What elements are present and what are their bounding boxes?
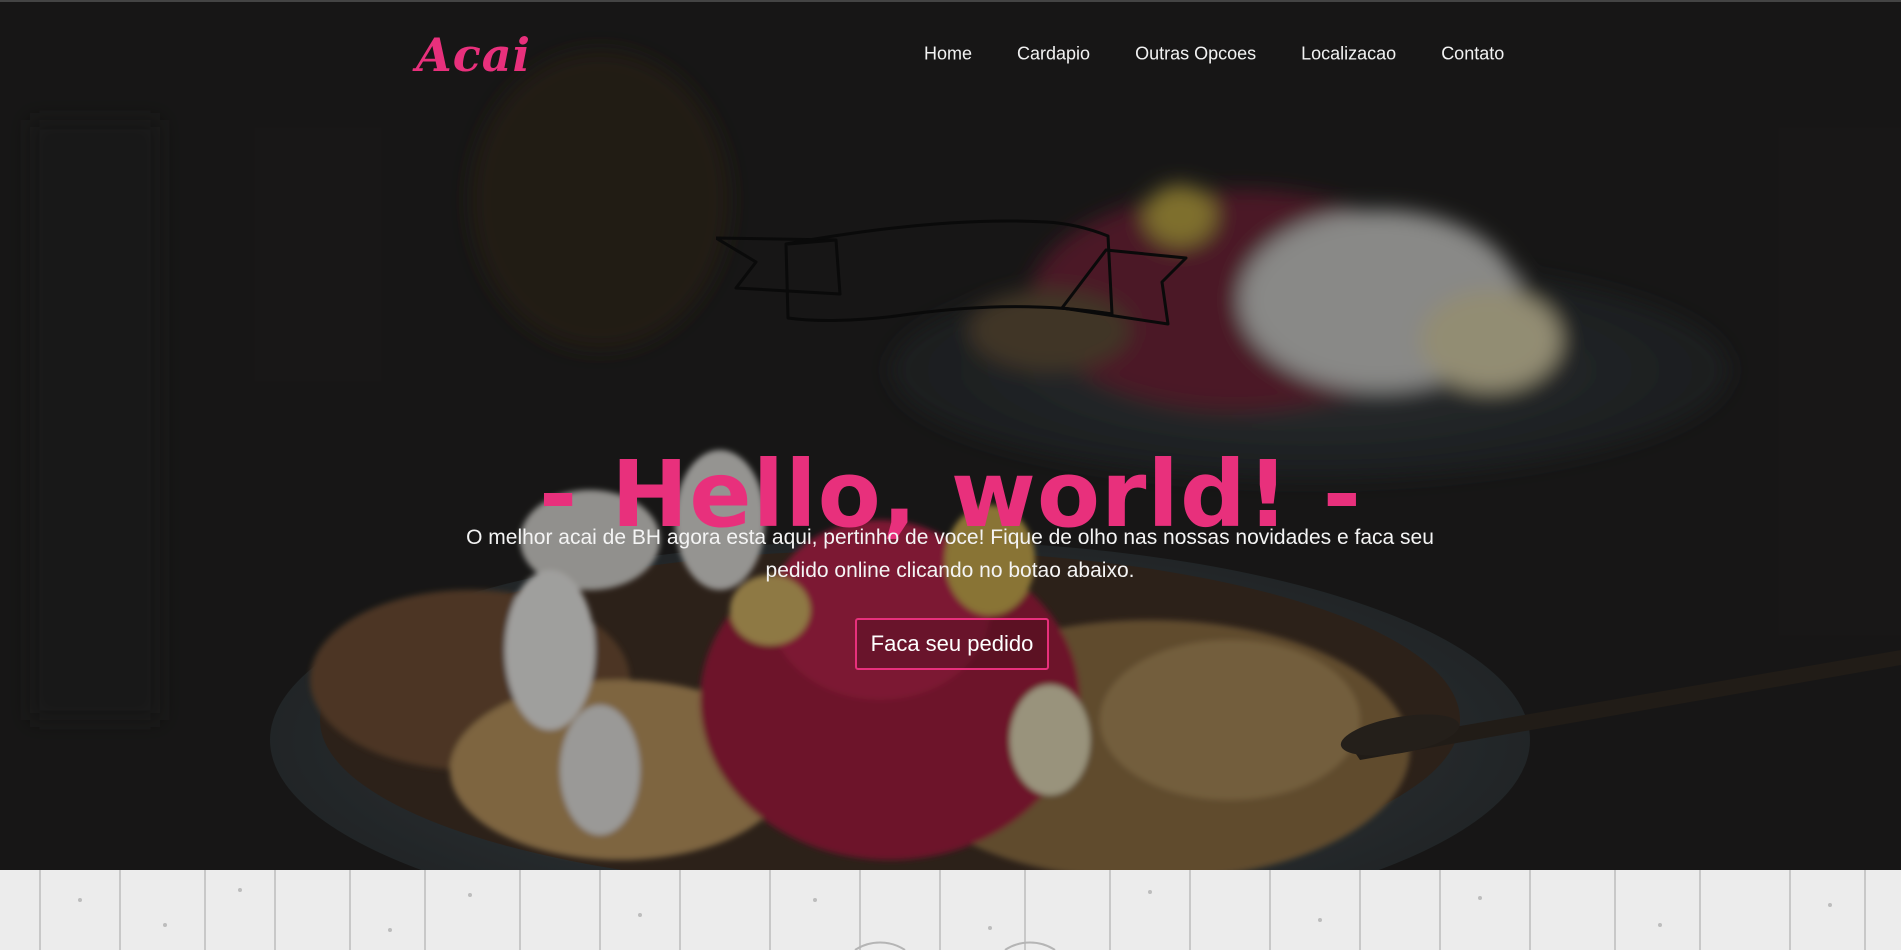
wood-texture-section bbox=[0, 870, 1901, 950]
hero-description: O melhor acai de BH agora esta aqui, per… bbox=[466, 526, 1434, 582]
order-button[interactable]: Faca seu pedido bbox=[855, 618, 1049, 670]
nav-item-cardapio[interactable]: Cardapio bbox=[1017, 44, 1090, 65]
page: Acai Home Cardapio Outras Opcoes Localiz… bbox=[0, 0, 1901, 950]
nav-item-contato[interactable]: Contato bbox=[1441, 44, 1504, 65]
nav-item-localizacao[interactable]: Localizacao bbox=[1301, 44, 1396, 65]
top-border bbox=[0, 0, 1901, 2]
site-logo[interactable]: Acai bbox=[416, 28, 531, 82]
nav-item-outras-opcoes[interactable]: Outras Opcoes bbox=[1135, 44, 1256, 65]
main-nav: Home Cardapio Outras Opcoes Localizacao … bbox=[924, 44, 1504, 65]
ribbon-banner-graphic bbox=[716, 219, 1188, 326]
nav-item-home[interactable]: Home bbox=[924, 44, 972, 65]
wood-planks-graphic bbox=[0, 870, 1901, 950]
hero-section: Acai Home Cardapio Outras Opcoes Localiz… bbox=[0, 0, 1901, 870]
hero-dark-overlay bbox=[0, 0, 1901, 870]
